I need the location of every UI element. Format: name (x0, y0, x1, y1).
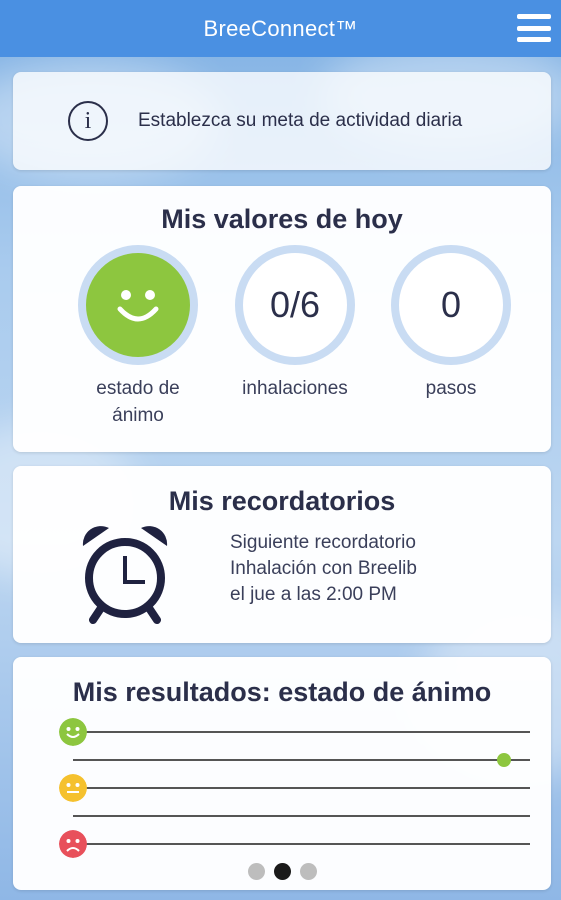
sad-face-icon (59, 830, 87, 858)
todays-values-title: Mis valores de hoy (161, 204, 403, 234)
mood-data-point[interactable] (497, 753, 511, 767)
steps-value: 0 (440, 284, 462, 325)
pager-dot-2[interactable] (273, 863, 291, 880)
reminders-card[interactable]: Mis recordatorios Siguiente recordatorio… (13, 466, 551, 643)
todays-values-card: Mis valores de hoy estado de ánimo 0/6 i… (13, 186, 551, 452)
steps-ring[interactable]: 0 (391, 245, 511, 365)
metric-label-steps: pasos (425, 378, 477, 399)
metric-mood[interactable]: estado de ánimo (68, 245, 208, 429)
mood-track-neutral (73, 787, 530, 789)
daily-goal-banner[interactable]: i Establezca su meta de actividad diaria (13, 72, 551, 170)
pager-dot-3[interactable] (299, 863, 317, 880)
pager-dot-1[interactable] (247, 863, 265, 880)
carousel-pager (13, 863, 551, 880)
app-title: BreeConnect™ (203, 15, 358, 41)
mood-ring[interactable] (78, 245, 198, 365)
metric-label-inhalations: inhalaciones (242, 378, 348, 399)
app-header: BreeConnect™ (0, 0, 561, 57)
info-icon: i (68, 101, 108, 141)
alarm-clock-icon (82, 526, 168, 624)
daily-goal-text: Establezca su meta de actividad diaria (138, 110, 463, 131)
next-reminder-text: Siguiente recordatorio Inhalación con Br… (230, 532, 417, 605)
mood-track-mid-upper (73, 759, 530, 761)
reminders-title: Mis recordatorios (168, 486, 396, 516)
smiley-face-icon (117, 290, 159, 322)
metric-steps[interactable]: 0 pasos (381, 245, 521, 402)
metric-label-mood: estado de ánimo (96, 378, 180, 426)
mood-results-title: Mis resultados: estado de ánimo (72, 677, 492, 707)
mood-track-happy (73, 731, 530, 733)
happy-face-icon (59, 718, 87, 746)
mood-results-card[interactable]: Mis resultados: estado de ánimo (13, 657, 551, 890)
mood-track-mid-lower (73, 815, 530, 817)
hamburger-menu-icon[interactable] (517, 12, 551, 44)
metric-inhalations[interactable]: 0/6 inhalaciones (225, 245, 365, 402)
inhalations-ring[interactable]: 0/6 (235, 245, 355, 365)
inhalations-value: 0/6 (269, 284, 321, 325)
mood-track-sad (73, 843, 530, 845)
neutral-face-icon (59, 774, 87, 802)
